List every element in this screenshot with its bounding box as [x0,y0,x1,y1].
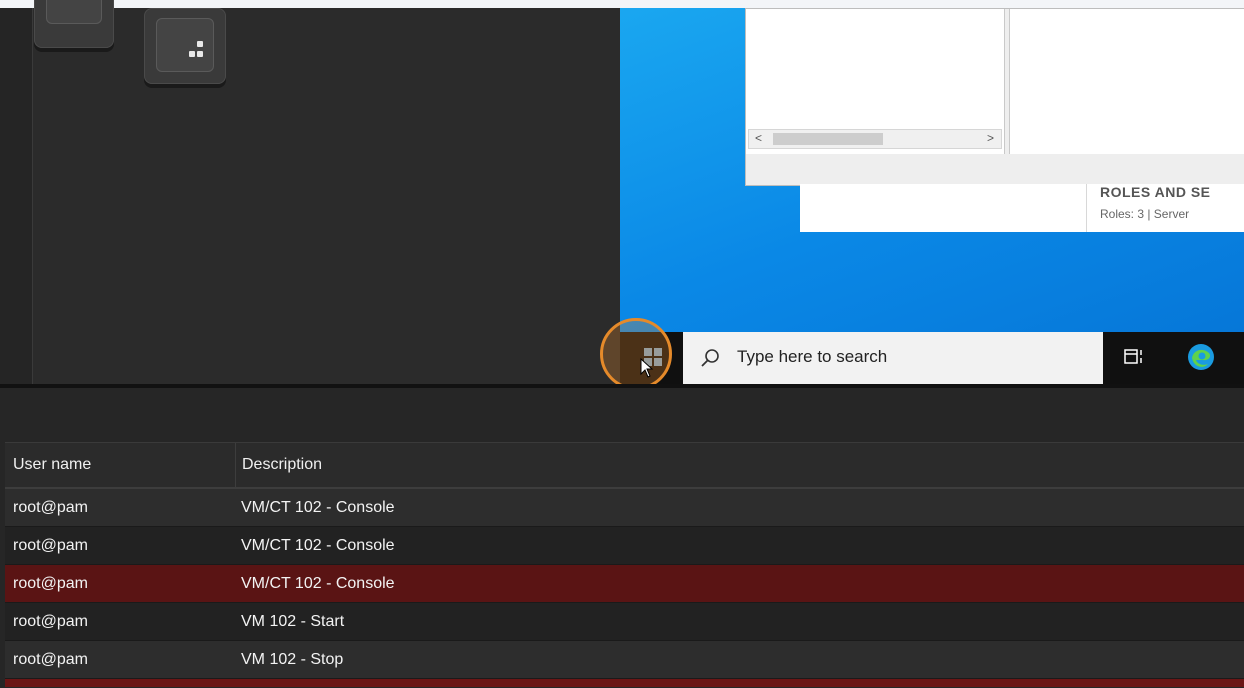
cursor-highlight [600,318,672,390]
panel-separator [0,384,1244,388]
description-cell: VM 102 - Start [241,613,345,630]
table-header: User name Description [5,442,1244,489]
user-cell: root@pam [13,499,88,516]
panel-gutter [0,8,33,385]
windows-taskbar: Type here to search [620,332,1244,384]
scrollbar-thumb[interactable] [773,133,883,145]
search-icon [701,349,719,367]
user-cell: root@pam [13,537,88,554]
tile-divider [1086,184,1087,232]
search-placeholder: Type here to search [737,347,888,366]
console-side-panel [0,0,620,385]
edge-browser-icon[interactable] [1186,342,1216,372]
table-row[interactable]: root@pam VM/CT 102 - Console [5,489,1244,527]
table-row[interactable]: root@pam VM 102 - Stop [5,641,1244,679]
horizontal-scrollbar[interactable]: < > [748,129,1002,149]
description-cell: VM/CT 102 - Console [241,575,395,592]
column-header-user-name[interactable]: User name [13,443,91,487]
dots-icon [185,41,209,65]
user-cell: root@pam [13,575,88,592]
task-view-icon[interactable] [1122,345,1146,369]
column-header-description[interactable]: Description [235,443,322,487]
app-switch-key-button[interactable] [144,8,226,84]
keyboard-key-button[interactable] [34,0,114,48]
description-cell: VM/CT 102 - Console [241,537,395,554]
description-cell: VM 102 - Stop [241,651,344,668]
server-manager-window: < > [745,8,1244,186]
next-row-error-strip [5,679,1244,687]
task-log-panel: User name Description root@pam VM/CT 102… [0,384,1244,688]
user-cell: root@pam [13,613,88,630]
scroll-left-icon[interactable]: < [755,131,762,145]
key-face [46,0,102,24]
description-cell: VM/CT 102 - Console [241,499,395,516]
scroll-right-icon[interactable]: > [987,131,994,145]
roles-summary: Roles: 3 | Server [1100,207,1190,221]
key-face [156,18,214,72]
table-row-error[interactable]: root@pam VM/CT 102 - Console [5,565,1244,603]
remote-desktop-screen[interactable]: < > ROLES AND SE Roles: 3 | Server [620,8,1244,332]
taskbar-search-box[interactable]: Type here to search [683,332,1103,384]
table-row[interactable]: root@pam VM 102 - Start [5,603,1244,641]
roles-title: ROLES AND SE [1100,184,1211,200]
user-cell: root@pam [13,651,88,668]
roles-tile[interactable]: ROLES AND SE Roles: 3 | Server [800,184,1244,232]
right-pane [1009,9,1244,154]
task-log-table: User name Description root@pam VM/CT 102… [5,442,1244,687]
table-row[interactable]: root@pam VM/CT 102 - Console [5,527,1244,565]
left-pane: < > [746,9,1005,154]
mouse-pointer-icon [640,358,654,378]
